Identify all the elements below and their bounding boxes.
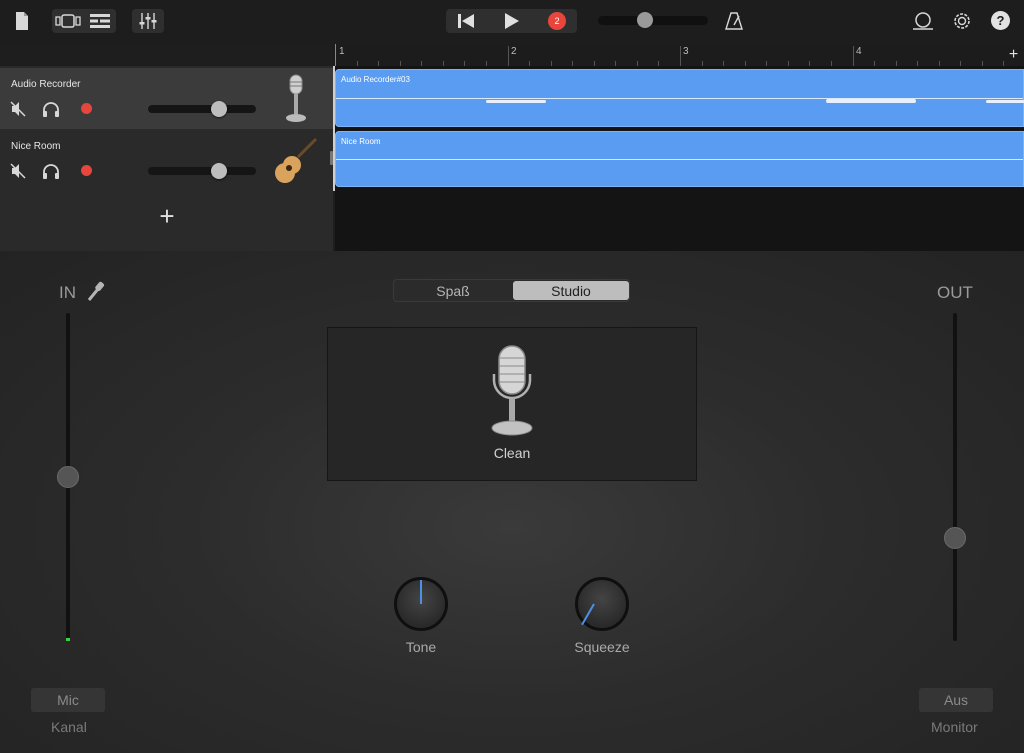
track-headers: Audio Recorder Nice Room + (0, 66, 333, 251)
view-toggle-group (52, 9, 116, 33)
transport-group: 2 (446, 9, 577, 33)
region-label: Nice Room (341, 137, 381, 146)
tone-knob[interactable] (394, 577, 448, 631)
squeeze-knob-indicator (581, 603, 595, 626)
input-level-slider[interactable] (57, 313, 79, 641)
record-enable-button[interactable] (81, 165, 92, 176)
headphones-icon[interactable] (42, 101, 60, 122)
loop-icon[interactable] (911, 9, 935, 33)
output-label: OUT (937, 283, 973, 302)
input-meter (66, 638, 70, 641)
record-icon: 2 (548, 12, 566, 30)
playhead-marker[interactable] (333, 44, 335, 66)
guitar-icon (272, 135, 320, 190)
segment-spass[interactable]: Spaß (395, 281, 511, 300)
segment-studio[interactable]: Studio (513, 281, 629, 300)
mute-icon[interactable] (10, 101, 26, 122)
master-volume-knob[interactable] (636, 12, 653, 28)
input-level-knob[interactable] (57, 466, 79, 488)
input-label: IN (59, 283, 76, 302)
monitor-label: Monitor (931, 719, 978, 735)
timeline-ruler[interactable]: 1 2 3 4 + (335, 44, 1024, 66)
track-volume-knob[interactable] (210, 163, 227, 179)
view-toggle-icon[interactable] (52, 9, 84, 33)
squeeze-knob[interactable] (575, 577, 629, 631)
metronome-icon[interactable] (722, 9, 746, 33)
settings-icon[interactable] (950, 9, 974, 33)
microphone-icon (283, 74, 309, 129)
waveform-peak (486, 100, 546, 103)
studio-microphone-icon (490, 344, 534, 443)
master-volume-slider[interactable] (598, 12, 708, 28)
channel-label: Kanal (51, 719, 87, 735)
track-volume-slider[interactable] (148, 101, 256, 117)
squeeze-label: Squeeze (574, 639, 630, 655)
track-name: Nice Room (11, 141, 61, 152)
track-regions: Audio Recorder#03 Nice Room (335, 66, 1024, 251)
track-header-audio-recorder[interactable]: Audio Recorder (0, 68, 333, 129)
mode-segmented-control: Spaß Studio (393, 279, 630, 302)
play-icon[interactable] (490, 9, 534, 33)
waveform (336, 98, 1023, 99)
document-icon[interactable] (10, 9, 34, 33)
waveform-peak (826, 99, 916, 103)
playhead[interactable] (333, 66, 335, 191)
audio-region[interactable]: Nice Room (335, 131, 1024, 187)
preset-selector[interactable]: Clean (327, 327, 697, 481)
add-section-button[interactable]: + (1003, 44, 1024, 66)
track-name: Audio Recorder (11, 79, 81, 90)
channel-button[interactable]: Mic (31, 688, 105, 712)
record-button[interactable]: 2 (537, 9, 577, 33)
preset-name: Clean (493, 445, 531, 461)
track-volume-knob[interactable] (210, 101, 227, 117)
tone-knob-indicator (420, 580, 422, 604)
mixer-button[interactable] (132, 9, 164, 33)
ruler-ticks (335, 44, 1004, 66)
tracks-view-icon[interactable] (84, 9, 116, 33)
mixer-icon (132, 9, 164, 33)
output-level-slider[interactable] (944, 313, 966, 641)
input-settings-icon[interactable] (86, 280, 106, 307)
monitor-button[interactable]: Aus (919, 688, 993, 712)
waveform-peak (986, 100, 1024, 103)
waveform (336, 159, 1023, 160)
toolbar: 2 ? (0, 0, 1024, 44)
add-track-button[interactable]: + (155, 201, 179, 231)
help-icon[interactable]: ? (991, 11, 1010, 30)
tone-label: Tone (405, 639, 437, 655)
mute-icon[interactable] (10, 163, 26, 184)
region-label: Audio Recorder#03 (341, 75, 410, 84)
track-header-nice-room[interactable]: Nice Room (0, 130, 333, 191)
track-volume-slider[interactable] (148, 163, 256, 179)
record-enable-button[interactable] (81, 103, 92, 114)
audio-region[interactable]: Audio Recorder#03 (335, 69, 1024, 127)
headphones-icon[interactable] (42, 163, 60, 184)
rewind-icon[interactable] (446, 9, 486, 33)
